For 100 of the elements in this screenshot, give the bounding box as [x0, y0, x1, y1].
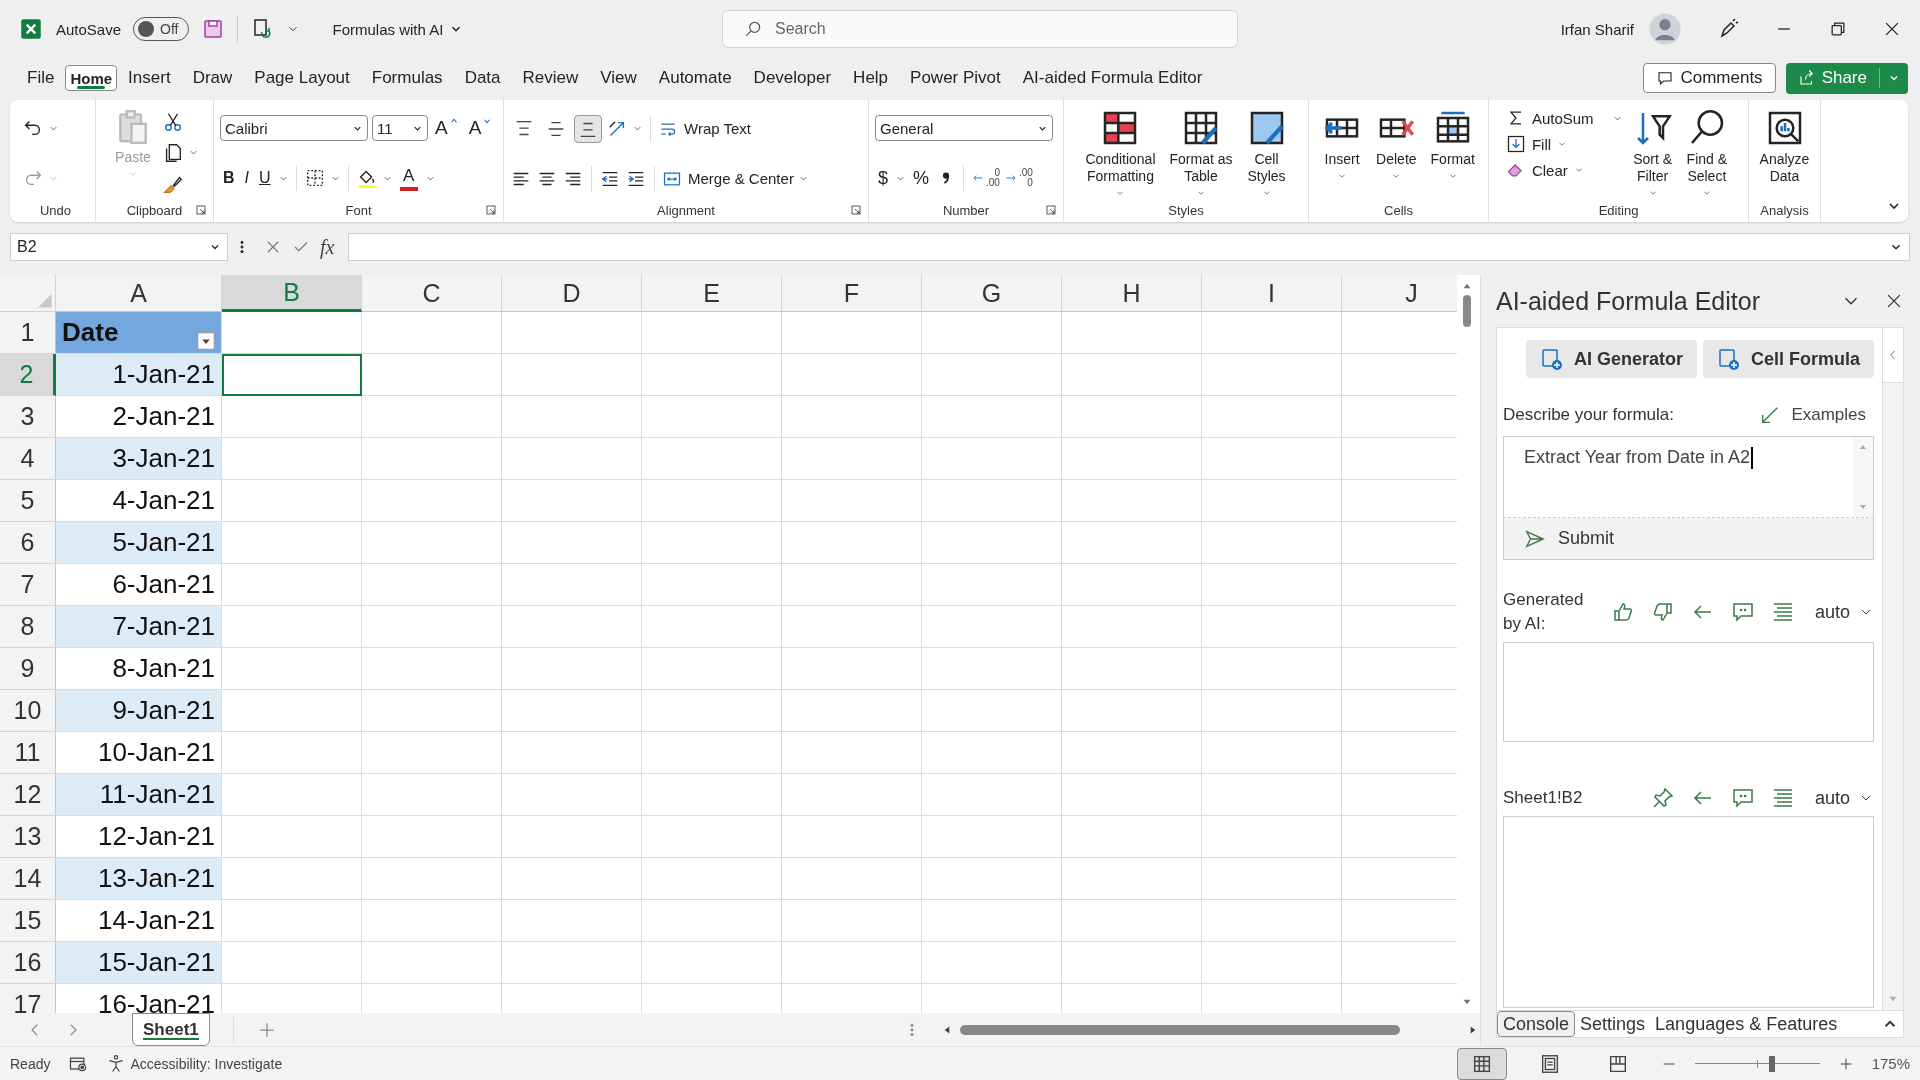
- empty-cell[interactable]: [642, 312, 782, 354]
- empty-cell[interactable]: [1202, 732, 1342, 774]
- empty-cell[interactable]: [1202, 438, 1342, 480]
- empty-cell[interactable]: [502, 648, 642, 690]
- output-box[interactable]: [1503, 642, 1875, 742]
- empty-cell[interactable]: [782, 564, 922, 606]
- empty-cell[interactable]: [782, 522, 922, 564]
- empty-cell[interactable]: [1202, 942, 1342, 984]
- empty-cell[interactable]: [642, 438, 782, 480]
- menu-tab[interactable]: Developer: [742, 61, 843, 95]
- formula-box[interactable]: [1503, 816, 1875, 1008]
- empty-cell[interactable]: [922, 438, 1062, 480]
- empty-cell[interactable]: [1062, 396, 1202, 438]
- menu-tab[interactable]: AI-aided Formula Editor: [1011, 61, 1214, 95]
- empty-cell[interactable]: [1062, 438, 1202, 480]
- row-header[interactable]: 9: [0, 648, 56, 690]
- empty-cell[interactable]: [362, 312, 502, 354]
- empty-cell[interactable]: [642, 606, 782, 648]
- empty-cell[interactable]: [1202, 606, 1342, 648]
- empty-cell[interactable]: [642, 648, 782, 690]
- empty-cell[interactable]: [1062, 564, 1202, 606]
- empty-cell[interactable]: [922, 606, 1062, 648]
- bottom-align-button[interactable]: [574, 114, 602, 143]
- thumbs-down-icon[interactable]: [1651, 600, 1675, 624]
- empty-cell[interactable]: [502, 858, 642, 900]
- menu-tab[interactable]: View: [589, 61, 648, 95]
- empty-cell[interactable]: [502, 816, 642, 858]
- menu-tab[interactable]: Review: [511, 61, 590, 95]
- document-title[interactable]: Formulas with AI: [332, 20, 464, 38]
- empty-cell[interactable]: [922, 522, 1062, 564]
- empty-cell[interactable]: [362, 858, 502, 900]
- column-header[interactable]: J: [1342, 275, 1457, 312]
- insert-button[interactable]: Insert: [1318, 106, 1367, 200]
- empty-cell[interactable]: [1202, 690, 1342, 732]
- empty-cell[interactable]: [1202, 354, 1342, 396]
- empty-cell[interactable]: [1062, 816, 1202, 858]
- menu-tab[interactable]: Page Layout: [243, 61, 361, 95]
- empty-cell[interactable]: [362, 648, 502, 690]
- empty-cell[interactable]: [642, 354, 782, 396]
- comments-button[interactable]: Comments: [1643, 63, 1776, 93]
- cell-styles-button[interactable]: Cell Styles: [1242, 106, 1291, 200]
- vertical-scrollbar[interactable]: [1463, 295, 1471, 327]
- empty-cell[interactable]: [782, 354, 922, 396]
- underline-button[interactable]: U: [256, 166, 274, 190]
- insert-function-button[interactable]: fx: [320, 235, 335, 259]
- dialog-launcher-icon[interactable]: [1045, 204, 1057, 216]
- empty-cell[interactable]: [362, 942, 502, 984]
- empty-cell[interactable]: [1202, 480, 1342, 522]
- empty-cell[interactable]: [782, 438, 922, 480]
- search-bar[interactable]: Search: [722, 10, 1238, 48]
- menu-tab[interactable]: File: [16, 61, 66, 95]
- empty-cell[interactable]: [1062, 858, 1202, 900]
- find-select-button[interactable]: Find & Select: [1682, 106, 1732, 200]
- empty-cell[interactable]: [642, 522, 782, 564]
- column-header[interactable]: F: [782, 275, 922, 312]
- empty-cell[interactable]: [1062, 354, 1202, 396]
- empty-cell[interactable]: [1062, 942, 1202, 984]
- row-header[interactable]: 16: [0, 942, 56, 984]
- empty-cell[interactable]: [642, 564, 782, 606]
- zoom-slider[interactable]: [1694, 1055, 1820, 1072]
- empty-cell[interactable]: [362, 900, 502, 942]
- row-header[interactable]: 4: [0, 438, 56, 480]
- empty-cell[interactable]: [362, 816, 502, 858]
- wrap-text-button[interactable]: Wrap Text: [658, 118, 751, 139]
- font-size-dropdown[interactable]: 11: [372, 115, 428, 141]
- menu-tab[interactable]: Home: [65, 65, 118, 91]
- empty-cell[interactable]: [502, 690, 642, 732]
- avatar-icon[interactable]: [1648, 12, 1682, 46]
- chat-icon[interactable]: [1731, 600, 1755, 624]
- empty-cell[interactable]: [642, 816, 782, 858]
- clear-button[interactable]: Clear: [1505, 160, 1584, 180]
- empty-cell[interactable]: [782, 690, 922, 732]
- submit-button[interactable]: Submit: [1503, 518, 1875, 560]
- percent-button[interactable]: %: [910, 166, 933, 190]
- column-header[interactable]: D: [502, 275, 642, 312]
- empty-cell[interactable]: [1202, 564, 1342, 606]
- row-header[interactable]: 2: [0, 354, 56, 396]
- lines-icon[interactable]: [1771, 786, 1795, 810]
- share-button[interactable]: Share: [1785, 62, 1908, 94]
- menu-tab[interactable]: Insert: [117, 61, 182, 95]
- currency-button[interactable]: $: [875, 166, 891, 190]
- accessibility-button[interactable]: Accessibility: Investigate: [106, 1053, 283, 1074]
- font-name-dropdown[interactable]: Calibri: [220, 115, 368, 141]
- empty-cell[interactable]: [502, 312, 642, 354]
- format-as-table-button[interactable]: Format as Table: [1165, 106, 1237, 200]
- row-header[interactable]: 14: [0, 858, 56, 900]
- empty-cell[interactable]: [642, 690, 782, 732]
- conditional-formatting-button[interactable]: Conditional Formatting: [1081, 106, 1160, 200]
- empty-cell[interactable]: [362, 354, 502, 396]
- filter-dropdown-icon[interactable]: [197, 332, 215, 350]
- empty-cell[interactable]: [1062, 480, 1202, 522]
- pane-tab[interactable]: Console: [1497, 1011, 1576, 1037]
- menu-tab[interactable]: Automate: [647, 61, 743, 95]
- dialog-launcher-icon[interactable]: [485, 204, 497, 216]
- empty-cell[interactable]: [922, 480, 1062, 522]
- empty-cell[interactable]: [362, 690, 502, 732]
- column-header[interactable]: B: [222, 275, 362, 312]
- empty-cell[interactable]: [922, 900, 1062, 942]
- empty-cell[interactable]: [922, 354, 1062, 396]
- empty-cell[interactable]: [1202, 312, 1342, 354]
